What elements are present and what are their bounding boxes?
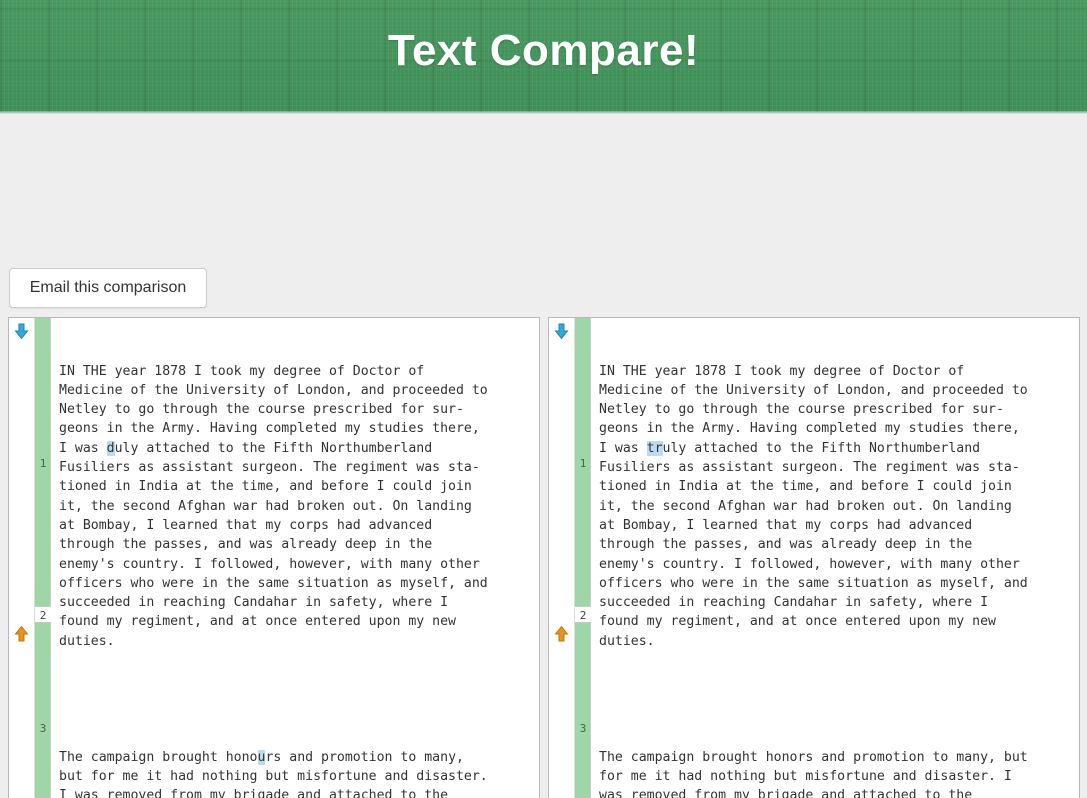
left-text-pane[interactable]: 1 2 3 IN THE year 1878 I took my degree … <box>8 317 540 798</box>
right-arrow-gutter <box>549 318 575 798</box>
page-title: Text Compare! <box>387 26 700 75</box>
line-number: 2 <box>35 606 51 623</box>
right-line-number-gutter: 1 2 3 <box>575 318 591 798</box>
page-header: Text Compare! <box>0 0 1087 114</box>
arrow-down-icon[interactable] <box>13 323 30 340</box>
line-number: 3 <box>579 722 587 735</box>
right-text-pane[interactable]: 1 2 3 IN THE year 1878 I took my degree … <box>548 317 1080 798</box>
right-paragraph-1: IN THE year 1878 I took my degree of Doc… <box>599 363 1028 649</box>
right-diff-text[interactable]: IN THE year 1878 I took my degree of Doc… <box>591 318 1079 798</box>
line-number: 1 <box>39 457 47 470</box>
diff-panes: 1 2 3 IN THE year 1878 I took my degree … <box>8 317 1080 798</box>
arrow-up-icon[interactable] <box>553 625 570 642</box>
arrow-down-icon[interactable] <box>553 323 570 340</box>
left-paragraph-2: The campaign brought honours and promoti… <box>59 749 488 798</box>
diff-highlight: tr <box>646 440 663 456</box>
left-diff-text[interactable]: IN THE year 1878 I took my degree of Doc… <box>51 318 539 798</box>
right-paragraph-2: The campaign brought honors and promotio… <box>599 749 1028 798</box>
line-number: 2 <box>575 606 591 623</box>
line-number: 1 <box>579 457 587 470</box>
arrow-up-icon[interactable] <box>13 625 30 642</box>
left-arrow-gutter <box>9 318 35 798</box>
line-number: 3 <box>39 722 47 735</box>
left-line-number-gutter: 1 2 3 <box>35 318 51 798</box>
email-this-comparison-button[interactable]: Email this comparison <box>9 268 207 308</box>
diff-highlight: d <box>106 440 115 456</box>
diff-highlight: u <box>257 749 266 765</box>
left-paragraph-1: IN THE year 1878 I took my degree of Doc… <box>59 363 488 649</box>
main-content: Email this comparison 1 2 3 IN THE year … <box>0 114 1087 798</box>
